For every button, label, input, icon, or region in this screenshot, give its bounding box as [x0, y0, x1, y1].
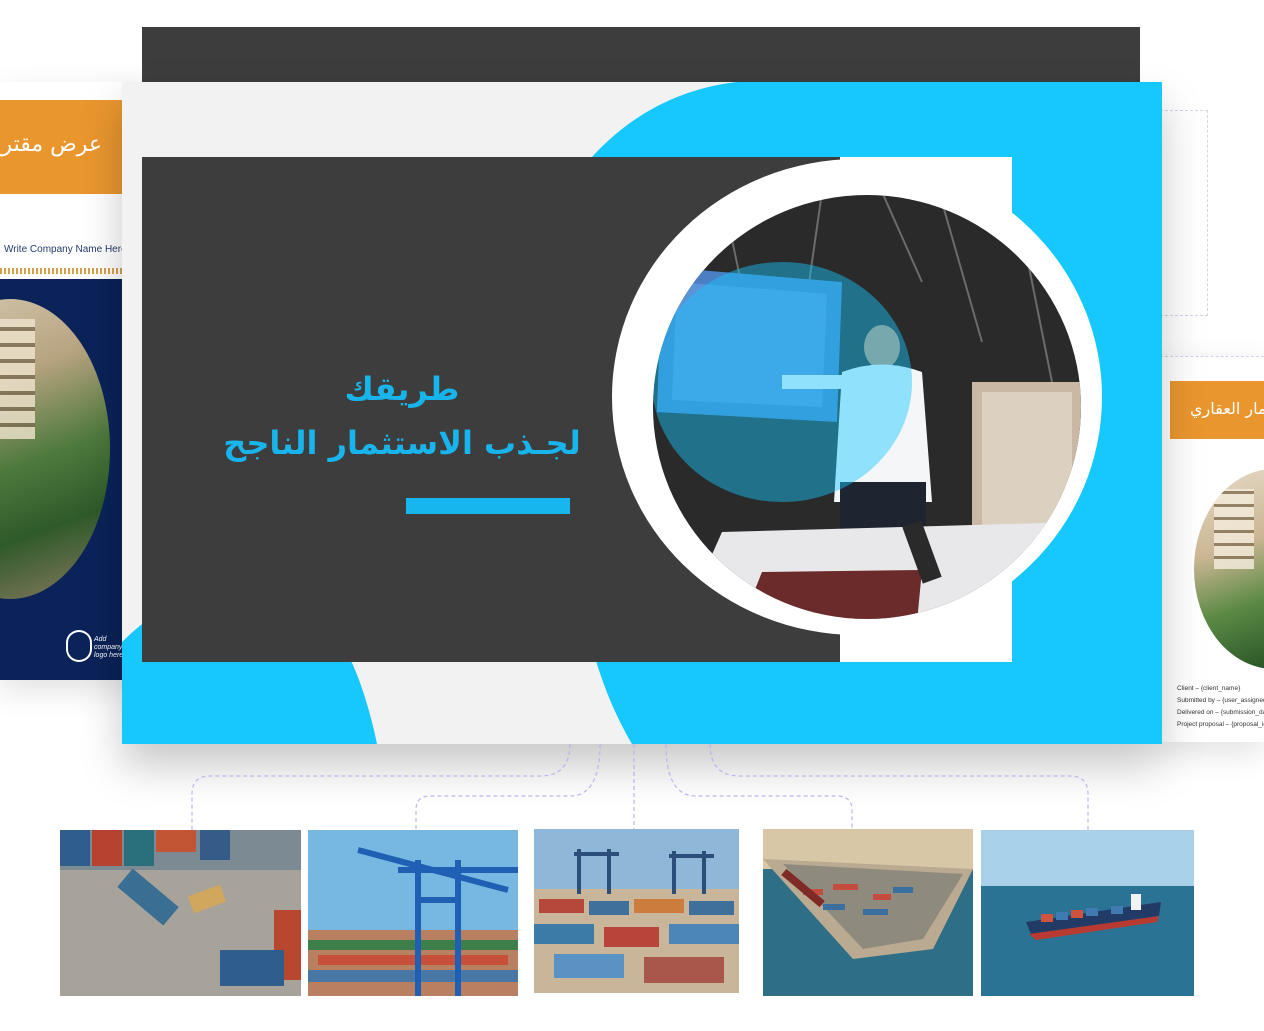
dotted-divider: [0, 268, 142, 274]
photo-container-terminal[interactable]: [534, 829, 739, 993]
cover-banner-text: عرض مقترح: [0, 132, 102, 157]
photo-port-cranes[interactable]: [308, 830, 518, 996]
logo-text: Add company logo here: [94, 636, 124, 659]
main-slide[interactable]: طريقك لجـذب الاستثمار الناجح: [122, 82, 1162, 744]
cover-banner: عرض مقترح: [0, 100, 132, 194]
meta-delivered: Delivered on – {submission_date}: [1177, 709, 1264, 716]
connector-lines: [191, 744, 1089, 830]
company-logo-icon: [66, 630, 92, 662]
slide-top-bar: [142, 27, 1140, 82]
slide-title: طريقك لجـذب الاستثمار الناجح: [212, 362, 592, 470]
photo-aerial-container-yard[interactable]: [60, 830, 301, 996]
meta-client: Client – {client_name}: [1177, 685, 1241, 692]
building-photo-right: [1194, 469, 1264, 669]
real-estate-cover-card[interactable]: عرض الاستثمار العقاري Client – {client_n…: [1160, 356, 1264, 742]
proposal-cover-card[interactable]: عرض مقترح Write Company Name Here Add co…: [0, 82, 142, 680]
real-estate-banner: عرض الاستثمار العقاري: [1170, 381, 1264, 439]
meta-proposal: Project proposal – {proposal_id}: [1177, 721, 1264, 728]
title-underline: [406, 498, 570, 514]
title-line-1: طريقك: [344, 370, 460, 408]
photo-container-ship[interactable]: [981, 830, 1194, 996]
meta-submitted: Submitted by – {user_assigned}: [1177, 697, 1264, 704]
real-estate-banner-text: عرض الاستثمار العقاري: [1190, 399, 1264, 418]
company-name: Write Company Name Here: [4, 244, 127, 255]
presentation-showcase: عرض مقترح Write Company Name Here Add co…: [0, 0, 1264, 1031]
title-line-2: لجـذب الاستثمار الناجح: [223, 424, 581, 462]
proposal-meta: Client – {client_name} Submitted by – {u…: [1177, 683, 1264, 731]
photo-aerial-port[interactable]: [763, 829, 973, 996]
